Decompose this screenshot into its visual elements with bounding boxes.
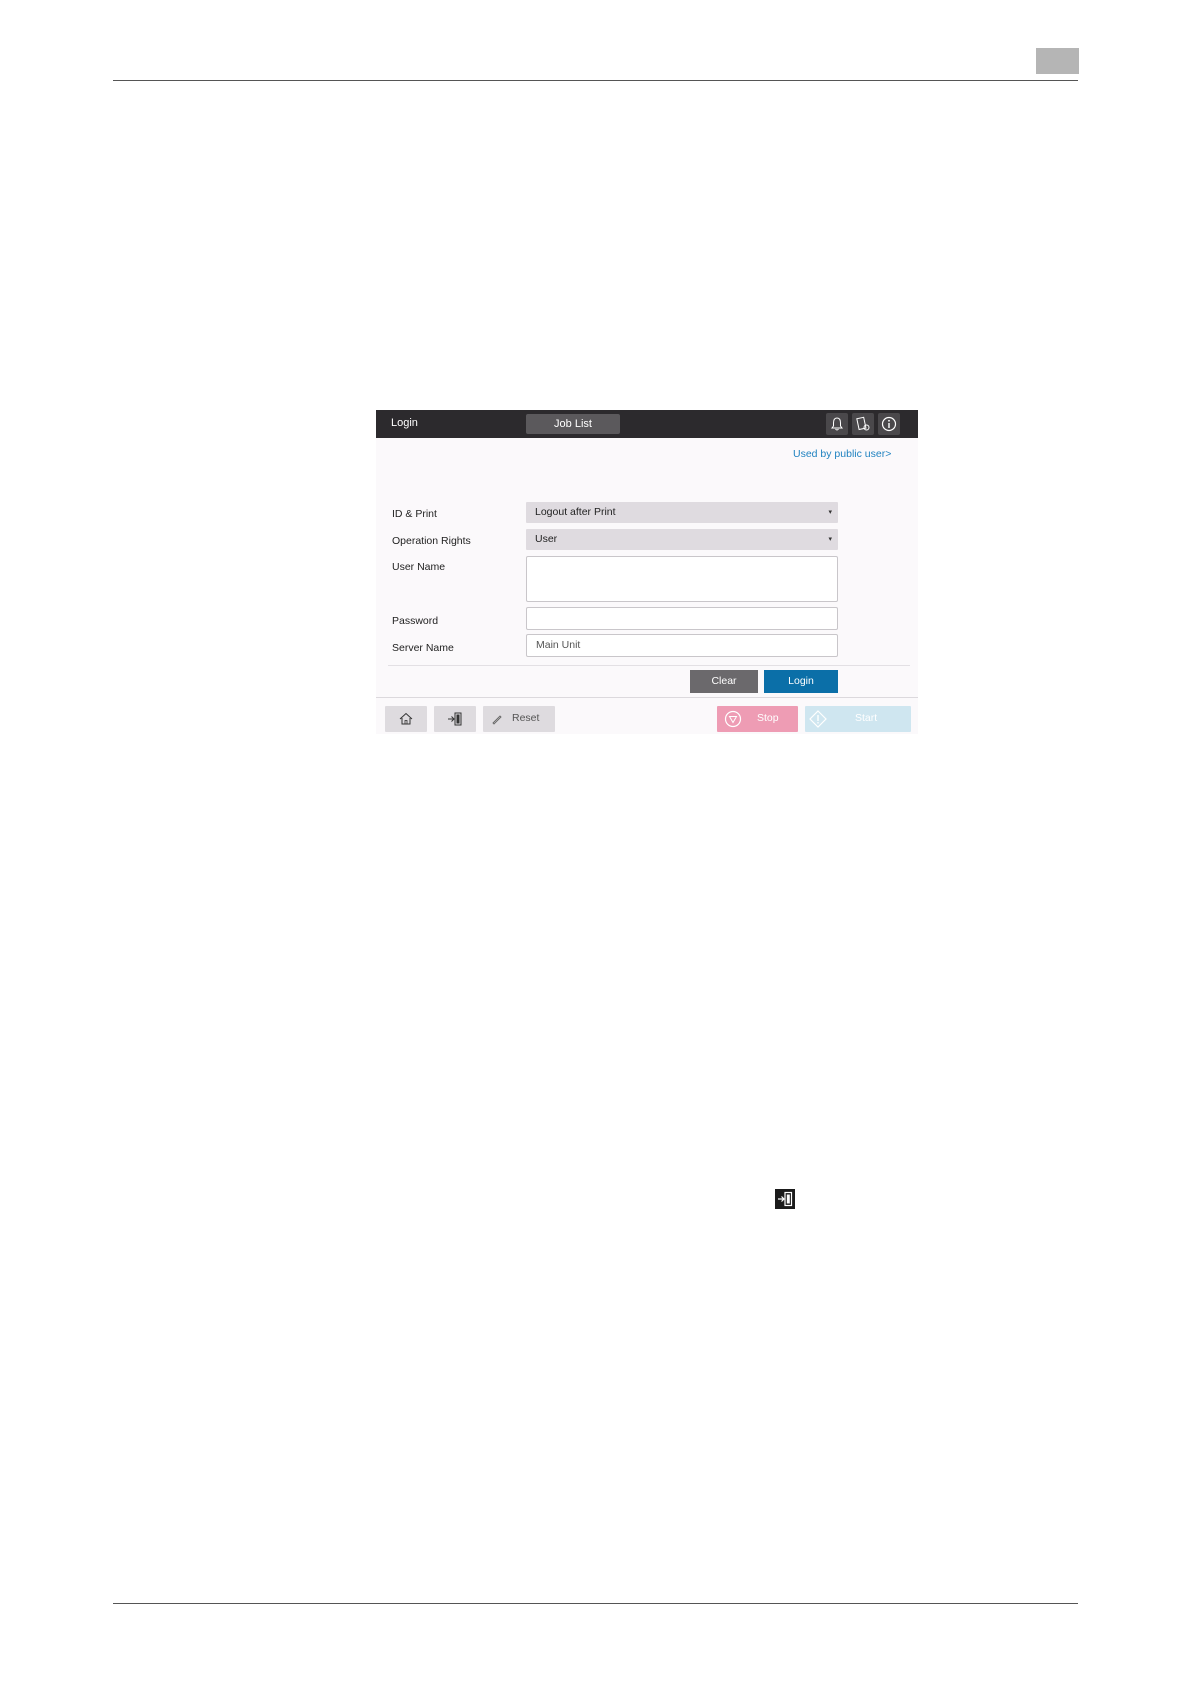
header-rule [113,80,1078,81]
id-print-label: ID & Print [392,508,437,520]
operation-rights-value: User [535,533,558,545]
clear-button[interactable]: Clear [690,670,758,693]
pencil-icon [492,715,502,725]
user-name-label: User Name [392,561,446,573]
home-button[interactable] [385,706,427,732]
bell-icon[interactable] [826,413,848,435]
operation-rights-select[interactable]: User ▾ [526,529,838,550]
password-input[interactable] [526,607,838,630]
public-user-link[interactable]: Used by public user> [793,448,891,460]
logout-button[interactable] [434,706,476,732]
stop-button[interactable]: Stop [717,706,798,732]
stop-label: Stop [757,712,779,724]
info-icon[interactable] [878,413,900,435]
reset-label: Reset [512,712,540,724]
screen-title: Login [391,417,418,429]
job-list-button[interactable]: Job List [526,414,620,434]
page-number-tab [1036,48,1079,74]
user-name-input[interactable] [526,556,838,602]
start-icon [809,710,827,728]
id-print-select[interactable]: Logout after Print ▾ [526,502,838,523]
start-button[interactable]: Start [805,706,911,732]
dropdown-caret-icon: ▾ [828,536,832,543]
logout-icon [775,1189,795,1209]
server-name-input[interactable]: Main Unit [526,634,838,657]
stop-icon [724,710,742,728]
home-icon [399,712,413,725]
login-button[interactable]: Login [764,670,838,693]
storage-device-icon[interactable] [852,413,874,435]
bottom-bar: Reset Stop Start [376,697,918,734]
password-label: Password [392,615,439,627]
operation-rights-label: Operation Rights [392,535,471,547]
server-name-label: Server Name [392,642,454,654]
divider [388,665,910,666]
control-panel-screenshot: Login Job List Used by public user> ID &… [376,410,918,734]
id-print-value: Logout after Print [535,506,616,518]
footer-rule [113,1603,1078,1604]
dropdown-caret-icon: ▾ [828,509,832,516]
logout-icon [448,712,462,726]
title-bar: Login Job List [376,410,918,438]
server-name-value: Main Unit [536,639,581,651]
reset-button[interactable]: Reset [483,706,555,732]
start-label: Start [855,712,878,724]
